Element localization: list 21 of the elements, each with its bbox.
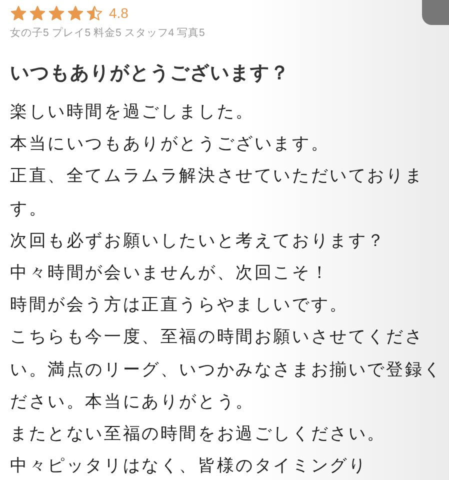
review-text-line: ださい。本当にありがとう。 <box>10 390 256 414</box>
rating-score: 4.8 <box>109 5 128 21</box>
rating-breakdown: 女の子5 プレイ5 料金5 スタッフ4 写真5 <box>10 26 206 40</box>
overlay-panel <box>422 0 449 25</box>
star-icon <box>29 4 46 22</box>
review-text-line: 時間が会う方は正直うらやましいです。 <box>10 294 350 318</box>
review-text-line: またとない至福の時間をお過ごしください。 <box>10 423 387 446</box>
star-icon <box>10 4 27 22</box>
review-title: いつもありがとうございます？ <box>10 61 291 86</box>
review-text-line: 本当にいつもありがとうございます。 <box>10 133 331 156</box>
review-text-line: 中々ピッタリはなく、皆様のタイミングり <box>10 455 368 478</box>
review-text-line: 中々時間が会いませんが、次回こそ！ <box>10 262 331 286</box>
star-icon <box>67 4 84 22</box>
review-text-line: 正直、全てムラムラ解決させていただいておりま <box>10 165 425 188</box>
review-text-line: 次回も必ずお願いしたいと考えております？ <box>10 230 387 253</box>
review-text-line: い。満点のリーグ、いつかみなさまお揃いで登録く <box>10 358 439 382</box>
review-text-line: す。 <box>10 198 49 221</box>
star-icon <box>86 4 103 22</box>
review-text-line: こちらも今一度、至福の時間お願いさせてくださ <box>10 326 425 350</box>
review-text-line: 楽しい時間を過ごしました。 <box>10 101 256 124</box>
star-icon <box>48 4 65 22</box>
